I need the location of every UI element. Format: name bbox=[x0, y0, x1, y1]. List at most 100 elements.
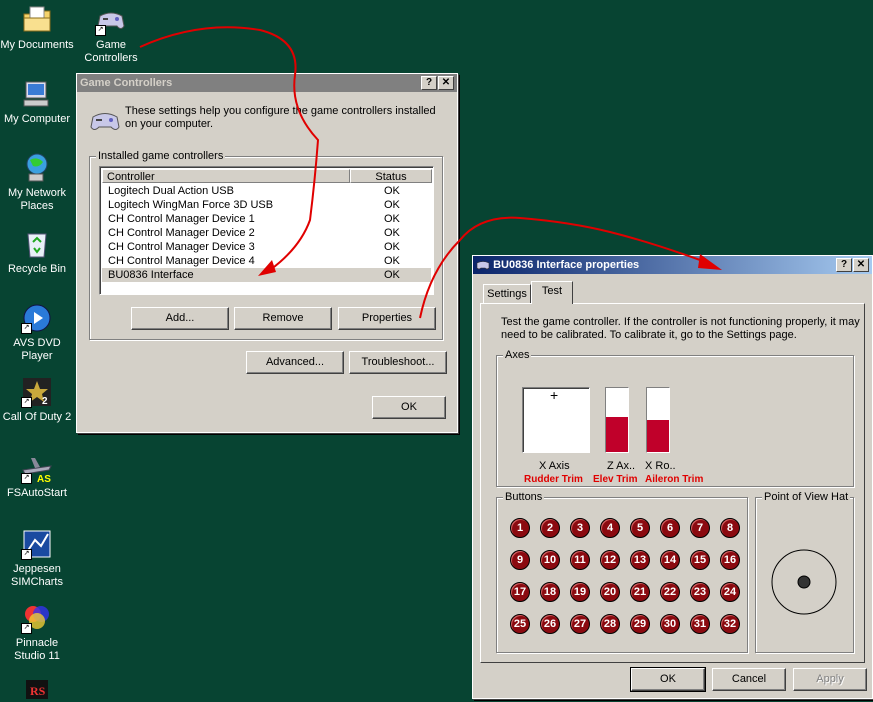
controllers-list[interactable]: Controller Status Logitech Dual Action U… bbox=[99, 166, 434, 295]
tab-test[interactable]: Test bbox=[531, 281, 573, 304]
axes-group: Axes + X Axis Z Ax.. X Ro.. Rudder Trim … bbox=[496, 349, 854, 487]
apply-button[interactable]: Apply bbox=[793, 668, 867, 691]
button-indicator: 27 bbox=[570, 614, 590, 634]
button-indicator: 2 bbox=[540, 518, 560, 538]
column-header-controller[interactable]: Controller bbox=[102, 169, 350, 183]
pov-label: Point of View Hat bbox=[762, 491, 851, 503]
button-indicator: 10 bbox=[540, 550, 560, 570]
close-button[interactable]: ✕ bbox=[853, 258, 869, 272]
test-description: Test the game controller. If the control… bbox=[501, 316, 860, 341]
desktop-icon-my-computer[interactable]: My Computer bbox=[0, 78, 74, 126]
properties-button[interactable]: Properties bbox=[338, 307, 436, 330]
xy-axis-box: + bbox=[522, 387, 590, 453]
x-rotation-fill bbox=[647, 420, 669, 452]
recycle-bin-icon bbox=[21, 228, 53, 260]
network-icon bbox=[21, 152, 53, 184]
x-rotation-bar bbox=[646, 387, 670, 453]
desktop-icon-recycle-bin[interactable]: Recycle Bin bbox=[0, 228, 74, 276]
z-axis-label: Z Ax.. bbox=[607, 460, 636, 472]
desktop-icon-my-documents[interactable]: My Documents bbox=[0, 4, 74, 52]
controller-name: CH Control Manager Device 2 bbox=[108, 227, 255, 239]
controller-status: OK bbox=[384, 255, 400, 267]
pinnacle-icon: ↗ bbox=[21, 602, 53, 634]
ok-button[interactable]: OK bbox=[630, 667, 706, 692]
controller-name: BU0836 Interface bbox=[108, 269, 194, 281]
desktop-icon-jeppesen[interactable]: ↗ Jeppesen SIMCharts bbox=[0, 528, 74, 589]
table-row[interactable]: CH Control Manager Device 2 OK bbox=[102, 226, 431, 240]
desktop-icon-fsautostart[interactable]: AS ↗ FSAutoStart bbox=[0, 452, 74, 500]
ok-button[interactable]: OK bbox=[372, 396, 446, 419]
pov-hat-group: Point of View Hat bbox=[755, 491, 854, 653]
partial-desktop-icon[interactable]: RS bbox=[22, 678, 52, 699]
table-row[interactable]: Logitech Dual Action USB OK bbox=[102, 184, 431, 198]
desktop-icon-pinnacle[interactable]: ↗ Pinnacle Studio 11 bbox=[0, 602, 74, 663]
folder-docs-icon bbox=[21, 4, 53, 36]
advanced-button[interactable]: Advanced... bbox=[246, 351, 344, 374]
button-indicator: 1 bbox=[510, 518, 530, 538]
controller-name: Logitech Dual Action USB bbox=[108, 185, 234, 197]
button-indicator: 20 bbox=[600, 582, 620, 602]
pov-hat-indicator bbox=[771, 549, 837, 615]
controller-status: OK bbox=[384, 227, 400, 239]
shortcut-arrow-icon: ↗ bbox=[21, 323, 32, 334]
button-indicator: 15 bbox=[690, 550, 710, 570]
rudder-trim-annotation: Rudder Trim bbox=[524, 474, 583, 485]
gamepad-icon: ↗ bbox=[95, 4, 127, 36]
help-button[interactable]: ? bbox=[421, 76, 437, 90]
button-indicator: 12 bbox=[600, 550, 620, 570]
controller-status: OK bbox=[384, 199, 400, 211]
controller-name: CH Control Manager Device 3 bbox=[108, 241, 255, 253]
button-indicator: 11 bbox=[570, 550, 590, 570]
intro-text: These settings help you configure the ga… bbox=[125, 105, 436, 130]
help-button[interactable]: ? bbox=[836, 258, 852, 272]
shortcut-arrow-icon: ↗ bbox=[95, 25, 106, 36]
button-indicator: 30 bbox=[660, 614, 680, 634]
properties-titlebar[interactable]: BU0836 Interface properties ? ✕ bbox=[473, 256, 872, 274]
button-indicator: 16 bbox=[720, 550, 740, 570]
desktop-icon-network[interactable]: My Network Places bbox=[0, 152, 74, 213]
shortcut-arrow-icon: ↗ bbox=[21, 397, 32, 408]
svg-text:2: 2 bbox=[42, 396, 48, 407]
troubleshoot-button[interactable]: Troubleshoot... bbox=[349, 351, 447, 374]
axes-label: Axes bbox=[503, 349, 532, 361]
table-row[interactable]: CH Control Manager Device 1 OK bbox=[102, 212, 431, 226]
charts-icon: ↗ bbox=[21, 528, 53, 560]
controller-status: OK bbox=[384, 213, 400, 225]
button-indicator: 32 bbox=[720, 614, 740, 634]
gamepad-icon bbox=[476, 259, 490, 271]
x-rotation-label: X Ro.. bbox=[645, 460, 676, 472]
table-row[interactable]: Logitech WingMan Force 3D USB OK bbox=[102, 198, 431, 212]
game-controllers-titlebar[interactable]: Game Controllers ? ✕ bbox=[77, 74, 457, 92]
button-indicator: 6 bbox=[660, 518, 680, 538]
button-indicator: 3 bbox=[570, 518, 590, 538]
buttons-group: Buttons 1 2 3 4 5 6 7 8 9 10 11 12 13 14 15 16 17 18 19 20 2… bbox=[496, 491, 748, 653]
tab-settings[interactable]: Settings bbox=[483, 284, 531, 304]
button-indicator: 24 bbox=[720, 582, 740, 602]
button-indicator: 18 bbox=[540, 582, 560, 602]
svg-text:RS: RS bbox=[30, 684, 46, 698]
z-axis-fill bbox=[606, 416, 628, 452]
button-indicator: 5 bbox=[630, 518, 650, 538]
aileron-trim-annotation: Aileron Trim bbox=[645, 474, 704, 485]
button-indicator: 31 bbox=[690, 614, 710, 634]
controller-status: OK bbox=[384, 241, 400, 253]
close-button[interactable]: ✕ bbox=[438, 76, 454, 90]
button-indicator: 4 bbox=[600, 518, 620, 538]
z-axis-bar bbox=[605, 387, 629, 453]
desktop-icon-cod2[interactable]: 2 ↗ Call Of Duty 2 bbox=[0, 376, 74, 424]
buttons-label: Buttons bbox=[503, 491, 545, 503]
button-indicator: 29 bbox=[630, 614, 650, 634]
elev-trim-annotation: Elev Trim bbox=[593, 474, 638, 485]
add-button[interactable]: Add... bbox=[131, 307, 229, 330]
column-header-status[interactable]: Status bbox=[350, 169, 432, 183]
table-row[interactable]: CH Control Manager Device 4 OK bbox=[102, 254, 431, 268]
table-row[interactable]: BU0836 Interface OK bbox=[102, 268, 431, 282]
shortcut-arrow-icon: ↗ bbox=[21, 623, 32, 634]
dvd-player-icon: ↗ bbox=[21, 302, 53, 334]
desktop-icon-game-controllers[interactable]: ↗ Game Controllers bbox=[74, 4, 148, 65]
table-row[interactable]: CH Control Manager Device 3 OK bbox=[102, 240, 431, 254]
cancel-button[interactable]: Cancel bbox=[712, 668, 786, 691]
crosshair-icon: + bbox=[550, 387, 559, 403]
remove-button[interactable]: Remove bbox=[234, 307, 332, 330]
desktop-icon-avs-dvd[interactable]: ↗ AVS DVD Player bbox=[0, 302, 74, 363]
